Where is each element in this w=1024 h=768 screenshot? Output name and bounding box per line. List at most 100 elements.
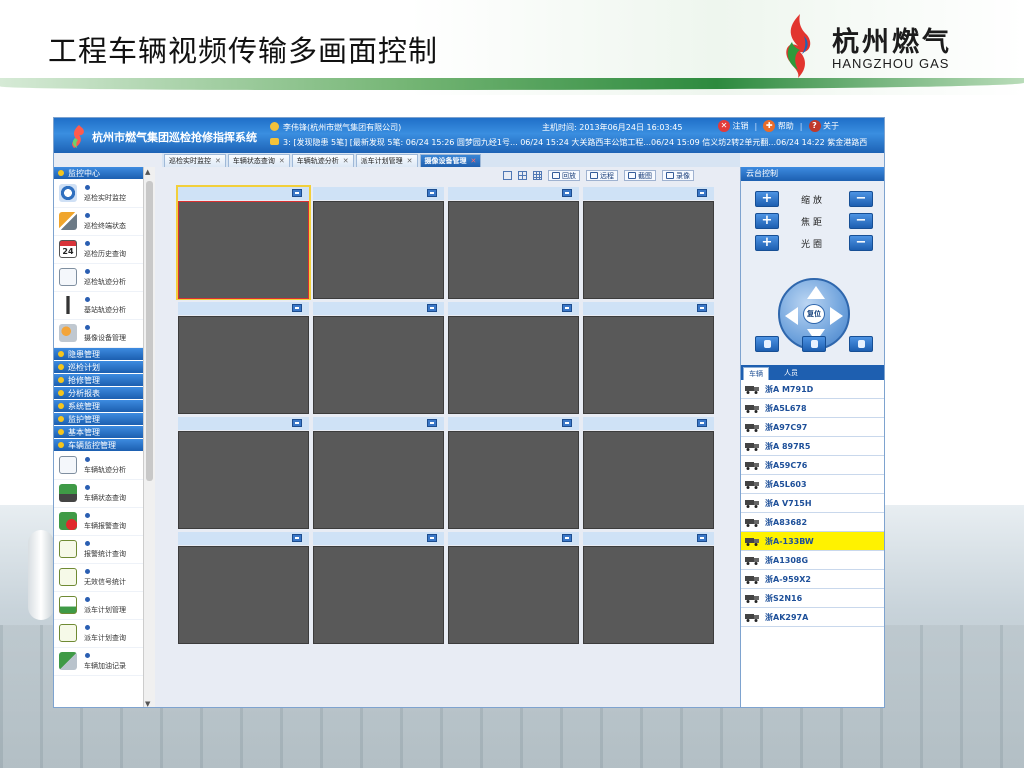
tab-vehicle-status[interactable]: 车辆状态查询 ✕ (227, 154, 290, 167)
video-screen[interactable] (313, 201, 444, 299)
video-screen[interactable] (178, 431, 309, 529)
vehicle-row[interactable]: 浙A M791D (741, 380, 884, 399)
maximize-icon[interactable] (697, 304, 707, 312)
video-screen[interactable] (583, 201, 714, 299)
video-cell[interactable] (178, 532, 309, 644)
sidebar-scrollbar[interactable]: ▲ ▼ (143, 167, 155, 707)
vehicle-row[interactable]: 浙A1308G (741, 551, 884, 570)
vehicle-row[interactable]: 浙A59C76 (741, 456, 884, 475)
maximize-icon[interactable] (562, 304, 572, 312)
vehicle-row[interactable]: 浙A-133BW (741, 532, 884, 551)
scrollbar-thumb[interactable] (146, 181, 153, 481)
close-icon[interactable]: ✕ (471, 157, 477, 165)
sidebar-item[interactable]: 基站轨迹分析 (54, 292, 154, 320)
vehicle-row[interactable]: 浙A-959X2 (741, 570, 884, 589)
sidebar-item[interactable]: 车辆轨迹分析 (54, 452, 154, 480)
layout-single-icon[interactable] (503, 171, 512, 180)
vehicle-row[interactable]: 浙A83682 (741, 513, 884, 532)
sidebar-group-monitor[interactable]: 监控中心 (54, 167, 154, 180)
tab-vehicles[interactable]: 车辆 (743, 367, 769, 380)
scroll-down-icon[interactable]: ▼ (145, 700, 150, 707)
sidebar-group[interactable]: 抢修管理 (54, 374, 154, 387)
video-cell[interactable] (313, 532, 444, 644)
close-icon[interactable]: ✕ (343, 157, 349, 165)
sidebar-group[interactable]: 系统管理 (54, 400, 154, 413)
video-cell[interactable] (448, 417, 579, 529)
close-icon[interactable]: ✕ (279, 157, 285, 165)
sidebar-group-vehicle[interactable]: 车辆监控管理 (54, 439, 154, 452)
video-screen[interactable] (448, 316, 579, 414)
scroll-up-icon[interactable]: ▲ (145, 168, 150, 176)
tab-inspection-monitor[interactable]: 巡检实时监控 ✕ (164, 154, 226, 167)
iris-minus-button[interactable]: − (849, 235, 873, 251)
video-screen[interactable] (583, 431, 714, 529)
maximize-icon[interactable] (562, 419, 572, 427)
sidebar-item[interactable]: 巡检实时监控 (54, 180, 154, 208)
close-icon[interactable]: ✕ (215, 157, 221, 165)
tab-camera-management[interactable]: 摄像设备管理 ✕ (419, 154, 482, 167)
vehicle-row[interactable]: 浙A97C97 (741, 418, 884, 437)
sidebar-group[interactable]: 分析报表 (54, 387, 154, 400)
vehicle-row[interactable]: 浙A5L678 (741, 399, 884, 418)
layout-quad-icon[interactable] (518, 171, 527, 180)
layout-grid-icon[interactable] (533, 171, 542, 180)
remote-button[interactable]: 远程 (586, 170, 618, 181)
maximize-icon[interactable] (697, 189, 707, 197)
video-screen[interactable] (313, 546, 444, 644)
tab-personnel[interactable]: 人员 (779, 367, 803, 380)
arrow-left-icon[interactable] (785, 307, 798, 325)
hazard-message-ticker[interactable]: 3: [发现隐患 5笔] [最新发现 5笔: 06/24 15:26 圆梦园九经… (270, 137, 882, 148)
maximize-icon[interactable] (562, 189, 572, 197)
video-screen[interactable] (448, 201, 579, 299)
preset-icon[interactable] (849, 336, 873, 352)
video-screen[interactable] (178, 546, 309, 644)
tab-vehicle-track[interactable]: 车辆轨迹分析 ✕ (291, 154, 354, 167)
video-screen[interactable] (313, 431, 444, 529)
sidebar-group[interactable]: 监护管理 (54, 413, 154, 426)
sidebar-item[interactable]: 派车计划管理 (54, 592, 154, 620)
sidebar-group[interactable]: 隐患管理 (54, 348, 154, 361)
focus-minus-button[interactable]: − (849, 213, 873, 229)
sidebar-item[interactable]: 报警统计查询 (54, 536, 154, 564)
video-cell[interactable] (313, 187, 444, 299)
vehicle-row[interactable]: 浙A5L603 (741, 475, 884, 494)
screenshot-button[interactable]: 截图 (624, 170, 656, 181)
video-screen[interactable] (448, 546, 579, 644)
maximize-icon[interactable] (697, 534, 707, 542)
maximize-icon[interactable] (292, 534, 302, 542)
maximize-icon[interactable] (697, 419, 707, 427)
sidebar-group[interactable]: 基本管理 (54, 426, 154, 439)
sidebar-item[interactable]: 摄像设备管理 (54, 320, 154, 348)
maximize-icon[interactable] (292, 304, 302, 312)
video-cell[interactable] (583, 417, 714, 529)
arrow-right-icon[interactable] (830, 307, 843, 325)
about-link[interactable]: ? 关于 (808, 120, 839, 132)
video-cell[interactable] (583, 532, 714, 644)
sidebar-item[interactable]: 24 巡检历史查询 (54, 236, 154, 264)
video-screen[interactable] (583, 316, 714, 414)
playback-button[interactable]: 回放 (548, 170, 580, 181)
sidebar-item[interactable]: 巡检终端状态 (54, 208, 154, 236)
video-screen[interactable] (448, 431, 579, 529)
sidebar-item[interactable]: 车辆报警查询 (54, 508, 154, 536)
arrow-up-icon[interactable] (807, 286, 825, 299)
sidebar-item[interactable]: 派车计划查询 (54, 620, 154, 648)
video-cell[interactable] (178, 302, 309, 414)
sidebar-item[interactable]: 无效信号统计 (54, 564, 154, 592)
maximize-icon[interactable] (427, 534, 437, 542)
focus-plus-button[interactable]: + (755, 213, 779, 229)
tab-dispatch-plan[interactable]: 派车计划管理 ✕ (355, 154, 418, 167)
video-cell[interactable] (583, 302, 714, 414)
maximize-icon[interactable] (427, 189, 437, 197)
zoom-in-button[interactable]: + (755, 191, 779, 207)
vehicle-row[interactable]: 浙S2N16 (741, 589, 884, 608)
maximize-icon[interactable] (427, 304, 437, 312)
maximize-icon[interactable] (292, 419, 302, 427)
vehicle-row[interactable]: 浙AK297A (741, 608, 884, 627)
video-cell[interactable] (313, 302, 444, 414)
maximize-icon[interactable] (427, 419, 437, 427)
video-cell[interactable] (313, 417, 444, 529)
light-icon[interactable] (755, 336, 779, 352)
video-cell[interactable] (583, 187, 714, 299)
sidebar-item[interactable]: 车辆状态查询 (54, 480, 154, 508)
